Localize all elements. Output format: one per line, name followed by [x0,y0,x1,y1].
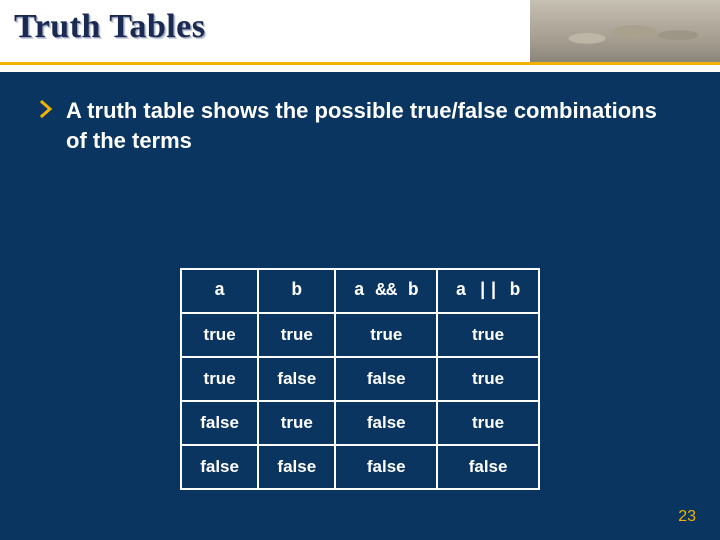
bullet-text: A truth table shows the possible true/fa… [66,96,680,155]
cell: false [335,357,437,401]
table-row: false true false true [181,401,539,445]
table-row: true false false true [181,357,539,401]
col-header-a: a [181,269,258,313]
cell: true [181,313,258,357]
table-row: false false false false [181,445,539,489]
truth-table-container: a b a && b a || b true true true true tr… [180,268,540,490]
slide-header: Truth Tables [0,0,720,72]
cell: true [335,313,437,357]
cell: false [335,445,437,489]
table-header-row: a b a && b a || b [181,269,539,313]
cell: true [437,357,539,401]
header-photo [530,0,720,64]
header-rule [0,62,720,65]
bullet-item: A truth table shows the possible true/fa… [40,96,680,155]
cell: false [258,357,335,401]
cell: true [258,313,335,357]
cell: false [181,401,258,445]
cell: false [335,401,437,445]
col-header-b: b [258,269,335,313]
cell: true [437,313,539,357]
cell: false [437,445,539,489]
cell: true [181,357,258,401]
table-row: true true true true [181,313,539,357]
slide-title: Truth Tables [14,8,206,46]
page-number: 23 [678,508,696,526]
truth-table: a b a && b a || b true true true true tr… [180,268,540,490]
chevron-right-icon [40,100,56,118]
cell: true [437,401,539,445]
cell: false [258,445,335,489]
col-header-and: a && b [335,269,437,313]
col-header-or: a || b [437,269,539,313]
cell: false [181,445,258,489]
cell: true [258,401,335,445]
